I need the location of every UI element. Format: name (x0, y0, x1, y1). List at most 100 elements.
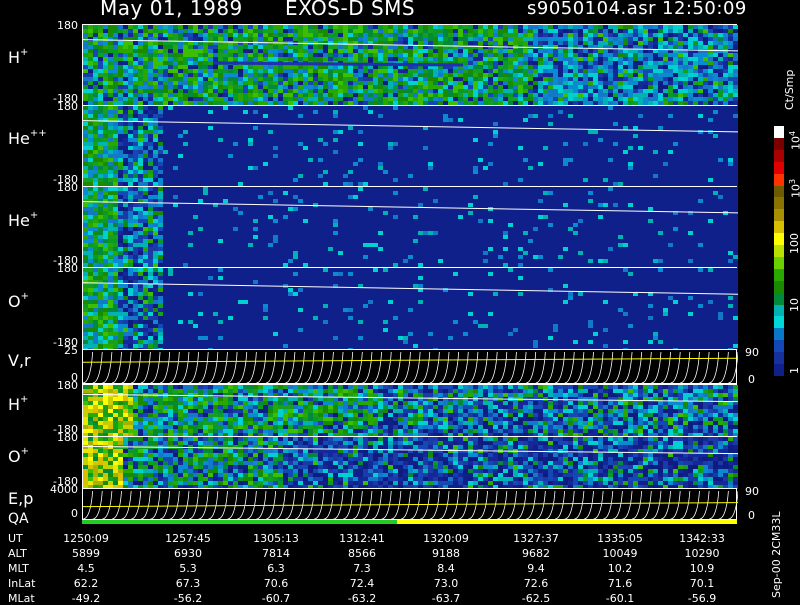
heatmap-cell (348, 146, 353, 150)
heatmap-cell (203, 89, 208, 93)
heatmap-cell (563, 97, 568, 101)
heatmap-cell (268, 154, 273, 158)
heatmap-cell (198, 146, 203, 150)
heatmap-cell (628, 45, 633, 49)
heatmap-cell (398, 154, 403, 158)
heatmap-cell (563, 33, 568, 37)
heatmap-cell (238, 130, 243, 134)
heatmap-cell (573, 33, 578, 37)
heatmap-cell (288, 25, 293, 29)
heatmap-cell (318, 49, 323, 53)
heatmap-cell (253, 93, 258, 97)
heatmap-cell (193, 118, 198, 122)
heatmap-cell (513, 178, 518, 182)
heatmap-cell (303, 49, 308, 53)
heatmap-cell (218, 130, 223, 134)
heatmap-cell (228, 73, 233, 77)
heatmap-cell (608, 85, 613, 89)
heatmap-cell (548, 106, 553, 110)
heatmap-cell (603, 29, 608, 33)
heatmap-cell (103, 85, 108, 89)
heatmap-cell (208, 25, 213, 29)
heatmap-cell (713, 45, 718, 49)
heatmap-cell (573, 77, 578, 81)
heatmap-cell (528, 41, 533, 45)
heatmap-cell (313, 126, 318, 130)
heatmap-cell (273, 33, 278, 37)
heatmap-cell (548, 166, 553, 170)
heatmap-cell (278, 49, 283, 53)
heatmap-cell (243, 65, 248, 69)
heatmap-cell (583, 81, 588, 85)
heatmap-cell (213, 162, 218, 166)
heatmap-cell (518, 61, 523, 65)
heatmap-cell (693, 37, 698, 41)
heatmap-cell (698, 45, 703, 49)
heatmap-cell (363, 142, 368, 146)
heatmap-cell (168, 170, 173, 174)
heatmap-cell (323, 33, 328, 37)
heatmap-cell (423, 53, 428, 57)
heatmap-cell (513, 122, 518, 126)
heatmap-cell (363, 158, 368, 162)
heatmap-cell (438, 134, 443, 138)
heatmap-cell (478, 41, 483, 45)
heatmap-cell (243, 77, 248, 81)
heatmap-cell (408, 29, 413, 33)
heatmap-cell (428, 25, 433, 29)
heatmap-cell (153, 166, 158, 170)
heatmap-cell (308, 29, 313, 33)
heatmap-cell (568, 37, 573, 41)
heatmap-cell (223, 57, 228, 61)
heatmap-cell (193, 33, 198, 37)
heatmap-cell (343, 89, 348, 93)
heatmap-cell (503, 85, 508, 89)
heatmap-cell (388, 57, 393, 61)
heatmap-cell (493, 162, 498, 166)
heatmap-cell (423, 134, 428, 138)
heatmap-cell (558, 126, 563, 130)
heatmap-cell (603, 146, 608, 150)
heatmap-cell (328, 25, 333, 29)
heatmap-cell (343, 57, 348, 61)
heatmap-cell (588, 170, 593, 174)
heatmap-cell (433, 170, 438, 174)
heatmap-cell (533, 146, 538, 150)
heatmap-cell (678, 29, 683, 33)
heatmap-cell (513, 142, 518, 146)
heatmap-cell (428, 106, 433, 110)
heatmap-cell (248, 49, 253, 53)
heatmap-cell (548, 25, 553, 29)
heatmap-cell (183, 85, 188, 89)
heatmap-cell (588, 130, 593, 134)
heatmap-cell (168, 57, 173, 61)
heatmap-cell (163, 166, 168, 170)
heatmap-cell (278, 162, 283, 166)
heatmap-cell (233, 170, 238, 174)
heatmap-cell (98, 150, 103, 154)
heatmap-cell (423, 118, 428, 122)
heatmap-cell (318, 69, 323, 73)
heatmap-cell (733, 45, 738, 49)
heatmap-cell (443, 29, 448, 33)
heatmap-cell (323, 49, 328, 53)
heatmap-cell (543, 130, 548, 134)
heatmap-cell (633, 89, 638, 93)
heatmap-cell (213, 166, 218, 170)
heatmap-cell (418, 57, 423, 61)
heatmap-cell (293, 166, 298, 170)
heatmap-cell (543, 49, 548, 53)
heatmap-cell (718, 41, 723, 45)
heatmap-cell (478, 65, 483, 69)
heatmap-cell (668, 33, 673, 37)
heatmap-cell (363, 134, 368, 138)
heatmap-cell (148, 142, 153, 146)
heatmap-cell (338, 73, 343, 77)
heatmap-cell (373, 33, 378, 37)
heatmap-cell (373, 174, 378, 178)
heatmap-cell (358, 114, 363, 118)
heatmap-cell (323, 77, 328, 81)
heatmap-cell (333, 97, 338, 101)
heatmap-cell (638, 41, 643, 45)
heatmap-cell (528, 110, 533, 114)
